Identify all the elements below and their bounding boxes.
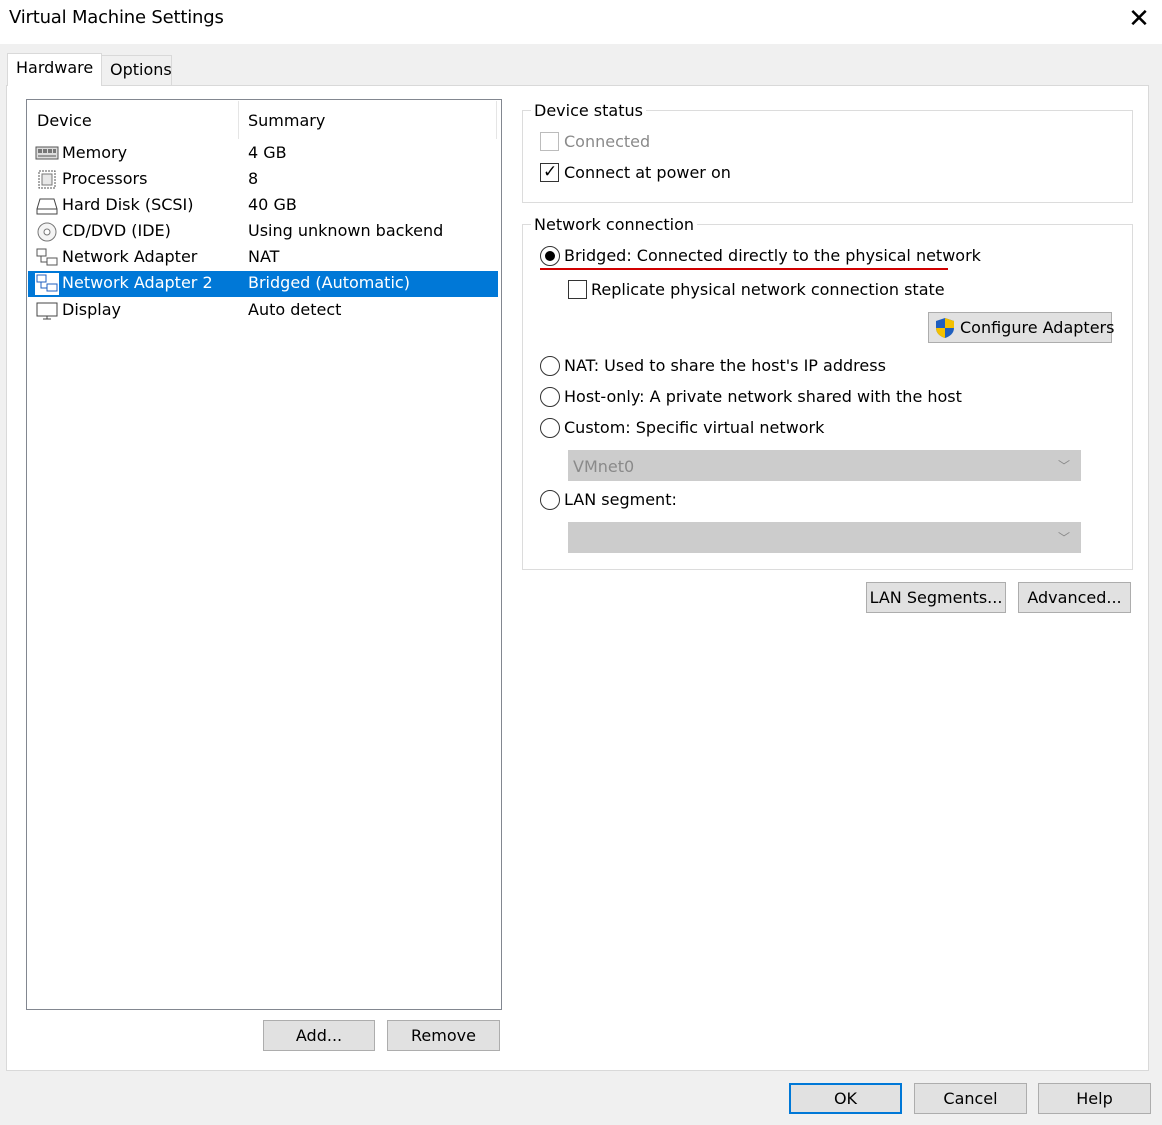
host-only-radio[interactable] [540, 387, 560, 407]
cancel-button[interactable]: Cancel [914, 1083, 1027, 1114]
bridged-label[interactable]: Bridged: Connected directly to the physi… [564, 246, 981, 265]
connect-at-power-on-checkbox[interactable]: ✓ [540, 162, 559, 182]
help-button[interactable]: Help [1038, 1083, 1151, 1114]
device-status-group [522, 110, 1133, 203]
host-only-label[interactable]: Host-only: A private network shared with… [564, 387, 962, 406]
memory-icon [35, 146, 59, 160]
display-icon [36, 302, 58, 320]
cd-dvd-icon [37, 222, 57, 242]
configure-adapters-label: Configure Adapters [960, 318, 1115, 337]
device-name: Display [62, 300, 121, 319]
column-divider [238, 101, 239, 139]
device-name: Memory [62, 143, 128, 162]
replicate-state-label[interactable]: Replicate physical network connection st… [591, 280, 945, 299]
device-row-network-adapter[interactable]: Network Adapter NAT [28, 245, 498, 271]
lan-segment-label[interactable]: LAN segment: [564, 490, 677, 509]
connected-label[interactable]: Connected [564, 132, 650, 151]
device-row-processors[interactable]: Processors 8 [28, 167, 498, 193]
device-row-network-adapter-2[interactable]: Network Adapter 2 Bridged (Automatic) [28, 271, 498, 297]
processor-icon [38, 170, 56, 189]
device-name: Hard Disk (SCSI) [62, 195, 194, 214]
custom-label[interactable]: Custom: Specific virtual network [564, 418, 824, 437]
column-header-device[interactable]: Device [37, 111, 92, 130]
device-summary: NAT [248, 247, 280, 266]
tab-hardware[interactable]: Hardware [7, 53, 102, 86]
nat-radio[interactable] [540, 356, 560, 376]
device-name: CD/DVD (IDE) [62, 221, 171, 240]
hard-disk-icon [36, 198, 58, 215]
device-row-display[interactable]: Display Auto detect [28, 298, 498, 324]
close-icon[interactable]: ✕ [1124, 4, 1154, 34]
checkmark-icon: ✓ [543, 162, 558, 182]
highlight-underline [540, 268, 948, 270]
advanced-button[interactable]: Advanced... [1018, 582, 1131, 613]
nat-label[interactable]: NAT: Used to share the host's IP address [564, 356, 886, 375]
configure-adapters-button[interactable]: Configure Adapters [928, 312, 1115, 343]
tab-options[interactable]: Options [101, 55, 172, 85]
chevron-down-icon: ﹀ [1057, 459, 1070, 473]
remove-button[interactable]: Remove [387, 1020, 500, 1051]
network-adapter-icon [36, 248, 58, 266]
network-adapter-icon [35, 273, 59, 295]
lan-segment-radio[interactable] [540, 490, 560, 510]
ok-button[interactable]: OK [789, 1083, 902, 1114]
shield-icon [936, 318, 954, 338]
custom-network-select-value: VMnet0 [573, 457, 635, 476]
connect-at-power-on-label[interactable]: Connect at power on [564, 163, 731, 182]
device-name: Processors [62, 169, 148, 188]
chevron-down-icon: ﹀ [1057, 531, 1070, 545]
column-header-summary[interactable]: Summary [248, 111, 325, 130]
lan-segment-select[interactable]: ﹀ [568, 522, 1081, 553]
replicate-state-checkbox[interactable] [568, 280, 587, 299]
device-summary: 40 GB [248, 195, 297, 214]
network-connection-label: Network connection [531, 215, 698, 234]
device-name: Network Adapter [62, 247, 198, 266]
bridged-radio[interactable] [540, 246, 560, 266]
device-summary: Bridged (Automatic) [248, 273, 410, 292]
custom-network-select[interactable]: VMnet0 ﹀ [568, 450, 1081, 481]
device-summary: 4 GB [248, 143, 287, 162]
window-title: Virtual Machine Settings [9, 7, 224, 28]
device-row-hard-disk[interactable]: Hard Disk (SCSI) 40 GB [28, 193, 498, 219]
device-status-label: Device status [531, 101, 646, 120]
radio-selected-dot [545, 251, 555, 261]
device-row-cd-dvd[interactable]: CD/DVD (IDE) Using unknown backend [28, 219, 498, 245]
device-summary: Using unknown backend [248, 221, 444, 240]
device-name: Network Adapter 2 [62, 273, 213, 292]
device-row-memory[interactable]: Memory 4 GB [28, 141, 498, 167]
lan-segments-button[interactable]: LAN Segments... [866, 582, 1006, 613]
add-button[interactable]: Add... [263, 1020, 375, 1051]
device-summary: Auto detect [248, 300, 342, 319]
custom-radio[interactable] [540, 418, 560, 438]
connected-checkbox[interactable] [540, 132, 559, 151]
column-divider [496, 101, 497, 139]
device-summary: 8 [248, 169, 259, 188]
